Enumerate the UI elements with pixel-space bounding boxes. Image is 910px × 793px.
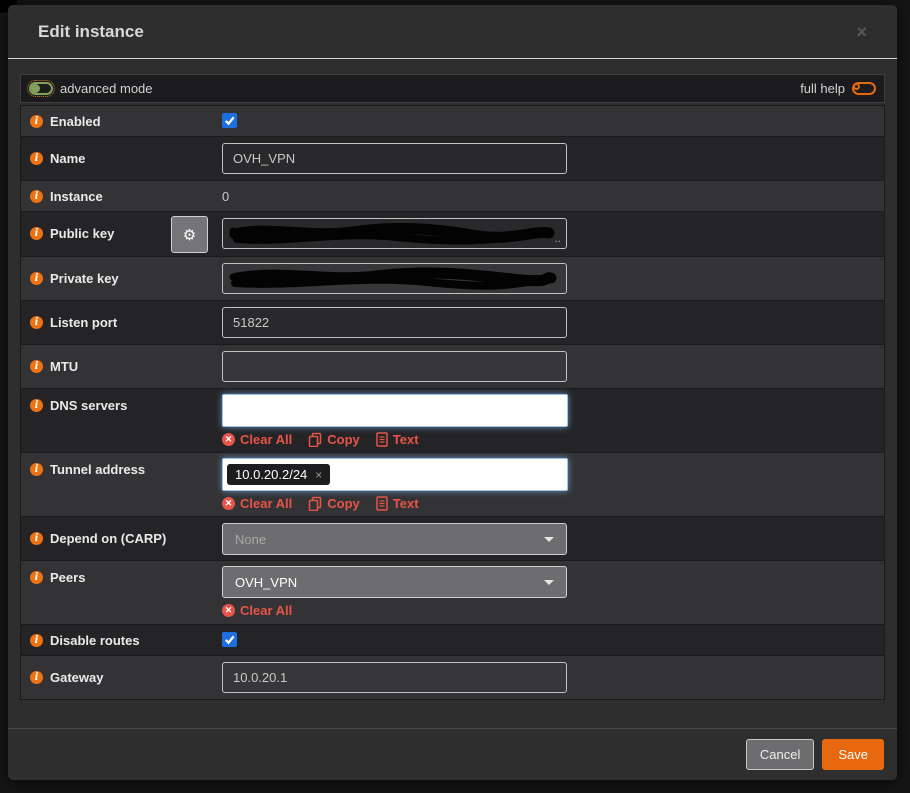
clear-all-icon: ✕ — [222, 497, 235, 510]
public-key-overflow: .. — [554, 231, 561, 245]
row-dns-servers: i DNS servers ✕ Clear All Copy Text — [21, 389, 884, 453]
clear-all-link[interactable]: ✕ Clear All — [222, 432, 292, 447]
clear-all-icon: ✕ — [222, 433, 235, 446]
row-listen-port: i Listen port — [21, 301, 884, 345]
row-enabled: i Enabled — [21, 106, 884, 137]
copy-icon — [309, 432, 322, 447]
instance-value: 0 — [222, 189, 230, 204]
dialog-header: Edit instance × — [8, 5, 897, 59]
advanced-mode-label: advanced mode — [60, 81, 153, 96]
token-value: 10.0.20.2/24 — [235, 467, 308, 482]
copy-link[interactable]: Copy — [308, 496, 360, 511]
chevron-down-icon — [544, 537, 554, 542]
row-private-key: i Private key — [21, 257, 884, 301]
info-icon[interactable]: i — [30, 152, 43, 165]
row-name: i Name — [21, 137, 884, 181]
public-key-input[interactable]: .. — [222, 218, 567, 249]
selected-value: None — [235, 531, 267, 547]
info-icon[interactable]: i — [30, 671, 43, 684]
field-label: Peers — [50, 570, 86, 585]
check-icon — [224, 635, 235, 645]
field-label: Gateway — [50, 670, 104, 685]
row-public-key: i Public key ⚙ .. — [21, 212, 884, 257]
dns-servers-input[interactable] — [222, 394, 568, 427]
field-label: Private key — [50, 271, 119, 286]
row-gateway: i Gateway — [21, 656, 884, 700]
advanced-mode-toggle-icon[interactable] — [27, 80, 55, 97]
clear-all-link[interactable]: ✕ Clear All — [222, 603, 292, 618]
row-instance: i Instance 0 — [21, 181, 884, 212]
info-icon[interactable]: i — [30, 272, 43, 285]
field-label: Public key — [50, 226, 115, 241]
field-label: Name — [50, 151, 86, 166]
tunnel-address-input[interactable]: 10.0.20.2/24 × — [222, 458, 568, 491]
info-icon[interactable]: i — [30, 463, 43, 476]
file-text-icon — [376, 432, 388, 447]
field-label: Instance — [50, 189, 103, 204]
cancel-button[interactable]: Cancel — [745, 739, 815, 770]
save-button[interactable]: Save — [822, 739, 884, 770]
info-icon[interactable]: i — [30, 316, 43, 329]
enabled-checkbox[interactable] — [222, 113, 237, 128]
selected-value: OVH_VPN — [235, 574, 298, 590]
instance-form: i Enabled i Name i Instance 0 — [20, 105, 885, 700]
full-help-label: full help — [800, 81, 845, 96]
generate-keys-button[interactable]: ⚙ — [171, 216, 208, 253]
dialog-body: advanced mode full help i Enabled i Name — [8, 59, 897, 728]
info-icon[interactable]: i — [30, 115, 43, 128]
dialog-title: Edit instance — [38, 21, 144, 41]
info-icon[interactable]: i — [30, 190, 43, 203]
chevron-down-icon — [544, 580, 554, 585]
name-input[interactable] — [222, 143, 567, 174]
field-label: Disable routes — [50, 633, 140, 648]
file-text-icon — [376, 496, 388, 511]
full-help-toggle-icon[interactable] — [852, 82, 876, 95]
info-icon[interactable]: i — [30, 360, 43, 373]
text-link[interactable]: Text — [376, 432, 419, 447]
field-label: Enabled — [50, 114, 101, 129]
gear-icon: ⚙ — [182, 225, 197, 244]
row-peers: i Peers OVH_VPN ✕ Clear All — [21, 561, 884, 625]
row-depend-carp: i Depend on (CARP) None — [21, 517, 884, 561]
edit-instance-dialog: Edit instance × advanced mode full help … — [8, 5, 897, 780]
text-link[interactable]: Text — [376, 496, 419, 511]
row-mtu: i MTU — [21, 345, 884, 389]
clear-all-icon: ✕ — [222, 604, 235, 617]
field-label: DNS servers — [50, 398, 128, 413]
info-icon[interactable]: i — [30, 571, 43, 584]
listen-port-input[interactable] — [222, 307, 567, 338]
dialog-footer: Cancel Save — [8, 728, 897, 780]
row-disable-routes: i Disable routes — [21, 625, 884, 656]
gateway-input[interactable] — [222, 662, 567, 693]
depend-carp-select[interactable]: None — [222, 523, 567, 555]
redaction-scribble — [229, 267, 557, 290]
clear-all-link[interactable]: ✕ Clear All — [222, 496, 292, 511]
private-key-input[interactable] — [222, 263, 567, 294]
close-icon[interactable]: × — [856, 23, 867, 41]
info-icon[interactable]: i — [30, 634, 43, 647]
disable-routes-checkbox[interactable] — [222, 632, 237, 647]
token-remove-icon[interactable]: × — [315, 468, 322, 482]
options-bar: advanced mode full help — [20, 74, 885, 103]
field-label: MTU — [50, 359, 79, 374]
check-icon — [224, 116, 235, 126]
field-label: Listen port — [50, 315, 118, 330]
field-label: Tunnel address — [50, 462, 146, 477]
mtu-input[interactable] — [222, 351, 567, 382]
copy-icon — [309, 496, 322, 511]
redaction-scribble — [229, 222, 555, 245]
row-tunnel-address: i Tunnel address 10.0.20.2/24 × ✕ Clear Al… — [21, 453, 884, 517]
info-icon[interactable]: i — [30, 227, 43, 240]
copy-link[interactable]: Copy — [308, 432, 360, 447]
field-label: Depend on (CARP) — [50, 531, 167, 546]
info-icon[interactable]: i — [30, 399, 43, 412]
info-icon[interactable]: i — [30, 532, 43, 545]
peers-select[interactable]: OVH_VPN — [222, 566, 567, 598]
tunnel-address-token: 10.0.20.2/24 × — [227, 464, 331, 485]
